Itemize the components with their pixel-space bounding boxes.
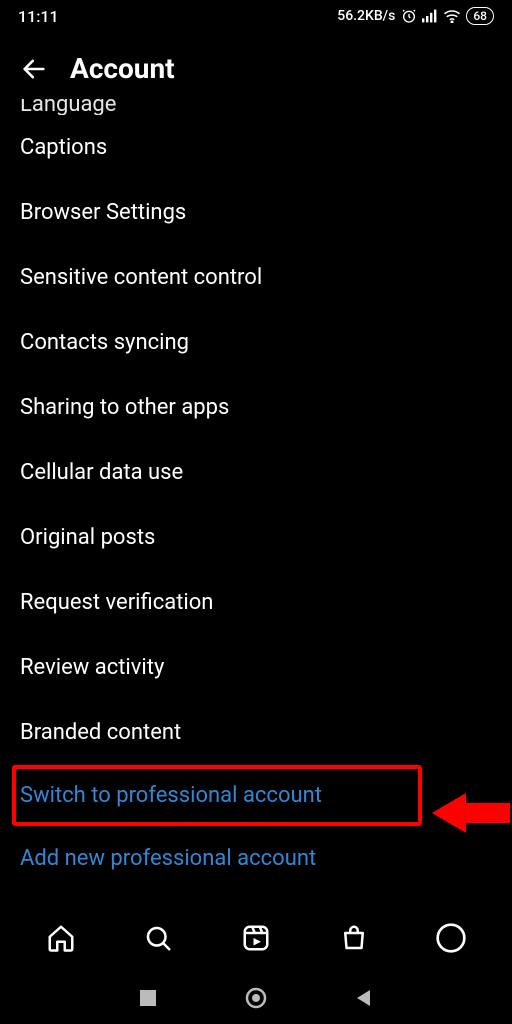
annotation-arrow-icon	[432, 789, 510, 841]
list-item-browser-settings[interactable]: Browser Settings	[20, 180, 492, 245]
reels-icon	[241, 923, 271, 953]
battery-icon: 68	[466, 7, 494, 25]
status-bar: 11:11 56.2KB/s	[0, 0, 512, 32]
alarm-icon	[401, 8, 417, 24]
link-add-professional[interactable]: Add new professional account	[20, 826, 492, 891]
status-time: 11:11	[18, 7, 59, 26]
back-button[interactable]	[20, 55, 48, 83]
wifi-icon	[443, 9, 461, 23]
list-item-branded-content[interactable]: Branded content	[20, 700, 492, 765]
settings-list: Language Captions Browser Settings Sensi…	[0, 99, 512, 891]
list-item-cutoff[interactable]: Language	[20, 99, 492, 115]
tab-shop[interactable]	[330, 914, 378, 962]
nav-recent-button[interactable]	[134, 984, 162, 1012]
arrow-left-icon	[20, 55, 48, 83]
circle-icon	[244, 986, 268, 1010]
profile-circle-icon	[435, 922, 467, 954]
list-item-contacts-syncing[interactable]: Contacts syncing	[20, 310, 492, 375]
battery-level: 68	[473, 8, 487, 24]
list-item-request-verification[interactable]: Request verification	[20, 570, 492, 635]
system-navbar	[0, 972, 512, 1024]
shop-icon	[339, 923, 369, 953]
list-item-captions[interactable]: Captions	[20, 115, 492, 180]
nav-back-button[interactable]	[350, 984, 378, 1012]
search-icon	[143, 923, 173, 953]
list-item-cellular-data[interactable]: Cellular data use	[20, 440, 492, 505]
tab-search[interactable]	[134, 914, 182, 962]
tab-profile[interactable]	[427, 914, 475, 962]
tab-reels[interactable]	[232, 914, 280, 962]
page-title: Account	[70, 52, 175, 85]
annotation-highlight: Switch to professional account	[12, 765, 422, 826]
square-icon	[139, 989, 157, 1007]
signal-icon	[422, 9, 438, 23]
nav-home-button[interactable]	[242, 984, 270, 1012]
list-item-review-activity[interactable]: Review activity	[20, 635, 492, 700]
status-right: 56.2KB/s 68	[337, 7, 494, 25]
status-icons: 68	[401, 7, 494, 25]
list-item-sharing-apps[interactable]: Sharing to other apps	[20, 375, 492, 440]
app-tabbar	[0, 910, 512, 966]
list-item-sensitive-content[interactable]: Sensitive content control	[20, 245, 492, 310]
list-item-original-posts[interactable]: Original posts	[20, 505, 492, 570]
triangle-left-icon	[354, 988, 374, 1008]
link-switch-professional[interactable]: Switch to professional account	[20, 769, 414, 822]
header: Account	[0, 32, 512, 99]
home-icon	[46, 923, 76, 953]
status-net-speed: 56.2KB/s	[337, 8, 395, 24]
tab-home[interactable]	[37, 914, 85, 962]
